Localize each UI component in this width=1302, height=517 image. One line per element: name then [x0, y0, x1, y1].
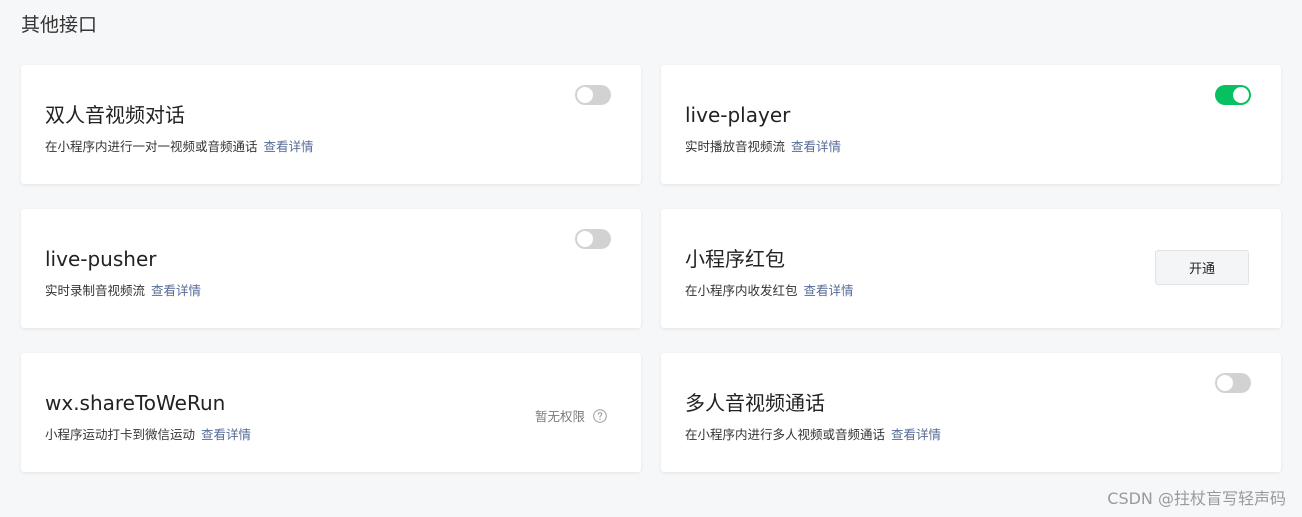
live-pusher-toggle[interactable]: [575, 229, 611, 249]
card-description-text: 在小程序内进行一对一视频或音频通话: [45, 139, 258, 154]
card-description: 在小程序内进行多人视频或音频通话 查看详情: [685, 426, 941, 444]
question-circle-icon[interactable]: [593, 408, 607, 423]
card-description: 在小程序内收发红包 查看详情: [685, 282, 854, 300]
card-title: 小程序红包: [685, 247, 785, 271]
toggle-knob: [1217, 375, 1233, 391]
double-video-toggle[interactable]: [575, 85, 611, 105]
card-title: wx.shareToWeRun: [45, 391, 226, 415]
card-description: 实时录制音视频流 查看详情: [45, 282, 201, 300]
status-text: 暂无权限: [534, 409, 585, 424]
card-description: 实时播放音视频流 查看详情: [685, 138, 841, 156]
card-description-text: 在小程序内收发红包: [685, 283, 798, 298]
view-details-link[interactable]: 查看详情: [151, 283, 201, 298]
multi-video-toggle[interactable]: [1215, 373, 1251, 393]
toggle-knob: [1233, 87, 1249, 103]
card-description-text: 实时录制音视频流: [45, 283, 146, 298]
interface-card-red-packet: 小程序红包 在小程序内收发红包 查看详情 开通: [661, 209, 1281, 328]
interface-card-live-player: live-player 实时播放音视频流 查看详情: [661, 65, 1281, 184]
view-details-link[interactable]: 查看详情: [264, 139, 314, 154]
card-description: 在小程序内进行一对一视频或音频通话 查看详情: [45, 138, 314, 156]
view-details-link[interactable]: 查看详情: [201, 427, 251, 442]
card-title: live-player: [685, 103, 791, 127]
interface-card-multi-video: 多人音视频通话 在小程序内进行多人视频或音频通话 查看详情: [661, 353, 1281, 472]
toggle-knob: [577, 231, 593, 247]
interface-card-double-video: 双人音视频对话 在小程序内进行一对一视频或音频通话 查看详情: [21, 65, 641, 184]
card-title: 多人音视频通话: [685, 391, 825, 415]
live-player-toggle[interactable]: [1215, 85, 1251, 105]
section-title: 其他接口: [21, 14, 98, 36]
card-description: 小程序运动打卡到微信运动 查看详情: [45, 426, 251, 444]
card-title: 双人音视频对话: [45, 103, 185, 127]
view-details-link[interactable]: 查看详情: [791, 139, 841, 154]
interface-card-live-pusher: live-pusher 实时录制音视频流 查看详情: [21, 209, 641, 328]
interface-card-share-to-werun: wx.shareToWeRun 小程序运动打卡到微信运动 查看详情 暂无权限: [21, 353, 641, 472]
no-permission-status: 暂无权限: [535, 406, 607, 425]
toggle-knob: [577, 87, 593, 103]
card-description-text: 在小程序内进行多人视频或音频通话: [685, 427, 886, 442]
view-details-link[interactable]: 查看详情: [891, 427, 941, 442]
open-button[interactable]: 开通: [1155, 250, 1249, 285]
card-description-text: 小程序运动打卡到微信运动: [45, 427, 196, 442]
card-title: live-pusher: [45, 247, 157, 271]
watermark: CSDN @拄杖盲写轻声码: [1107, 489, 1286, 508]
card-description-text: 实时播放音视频流: [685, 139, 786, 154]
view-details-link[interactable]: 查看详情: [804, 283, 854, 298]
